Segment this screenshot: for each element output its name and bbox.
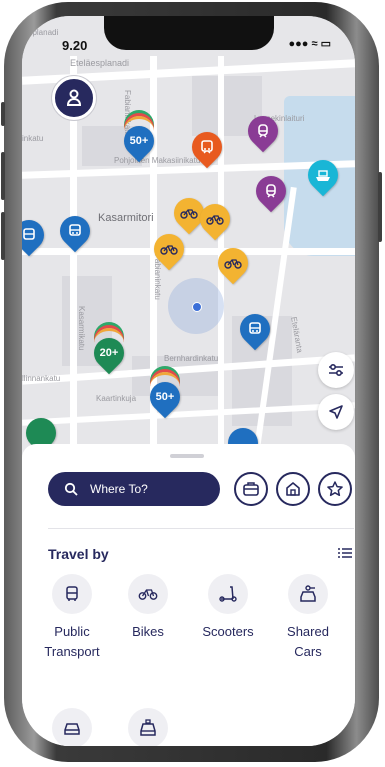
bus-stop-pin[interactable]: 50+	[143, 375, 187, 419]
bus-icon	[22, 220, 44, 250]
bus-stop-pin[interactable]: 20+	[87, 331, 131, 375]
place-label: Kasarmitori	[98, 212, 154, 224]
list-icon	[338, 548, 352, 558]
home-shortcut-button[interactable]	[276, 472, 310, 506]
search-icon	[64, 482, 78, 496]
filter-button[interactable]	[318, 352, 354, 388]
street-label: esplanadi	[24, 28, 59, 37]
train-icon	[256, 176, 286, 206]
bus-icon	[240, 314, 270, 344]
bottom-sheet: Where To? Travel by Public Transport Bik…	[22, 444, 355, 746]
locate-me-button[interactable]	[318, 394, 354, 430]
status-time: 9.20	[62, 38, 88, 53]
category-car-rental[interactable]	[32, 708, 112, 746]
star-icon	[327, 481, 343, 497]
street-label: Pohjoinen Makasiinikatu	[114, 156, 201, 165]
pin-count: 20+	[99, 347, 119, 359]
category-public-transport[interactable]: Public Transport	[32, 574, 112, 662]
scooter-icon	[208, 574, 248, 614]
bike-icon	[128, 574, 168, 614]
volume-up-button	[1, 152, 5, 200]
bus-stop-pin[interactable]: 50+	[117, 119, 161, 163]
street-label: llinnankatu	[22, 374, 61, 383]
bike-station-pin[interactable]	[147, 227, 191, 271]
search-label: Where To?	[90, 482, 148, 496]
home-icon	[286, 482, 300, 496]
user-icon	[66, 89, 82, 106]
work-shortcut-button[interactable]	[234, 472, 268, 506]
bus-icon	[60, 216, 90, 246]
bike-icon	[218, 248, 248, 278]
ferry-icon	[308, 160, 338, 190]
taxi-icon	[128, 708, 168, 746]
street-label: Kaartinkuja	[96, 394, 137, 403]
favorites-button[interactable]	[318, 472, 352, 506]
ferry-pin[interactable]	[301, 153, 345, 197]
category-label: Scooters	[202, 624, 254, 639]
briefcase-icon	[243, 482, 259, 496]
street-label: inkatu	[22, 134, 44, 143]
category-shared-cars[interactable]: Shared Cars	[268, 574, 348, 662]
filter-sliders-icon	[329, 363, 343, 377]
profile-button[interactable]	[52, 76, 96, 120]
bike-station-pin[interactable]	[193, 197, 237, 241]
pin-count: 50+	[155, 391, 175, 403]
bike-icon	[200, 204, 230, 234]
shared-car-icon	[288, 574, 328, 614]
volume-down-button	[1, 212, 5, 260]
sheet-drag-handle[interactable]	[170, 454, 204, 458]
street-label: Bernhardinkatu	[164, 354, 219, 363]
street-label: Kasarmikatu	[77, 306, 86, 351]
pin-count: 50+	[129, 135, 149, 147]
screen: esplanadi Eteläesplanadi Lyypekinlaituri…	[22, 16, 355, 746]
bus-icon	[52, 574, 92, 614]
train-pin[interactable]	[249, 169, 293, 213]
car-icon	[52, 708, 92, 746]
train-icon	[248, 116, 278, 146]
category-scooters[interactable]: Scooters	[188, 574, 268, 642]
street-label: Eteläesplanadi	[70, 58, 130, 68]
category-label: Shared Cars	[287, 624, 329, 659]
list-view-button[interactable]	[338, 546, 353, 564]
notch	[104, 16, 274, 50]
bus-stop-pin[interactable]	[53, 209, 97, 253]
train-pin[interactable]	[241, 109, 285, 153]
tram-icon	[192, 132, 222, 162]
mute-switch	[1, 102, 5, 126]
where-to-search[interactable]: Where To?	[48, 472, 220, 506]
category-label: Bikes	[132, 624, 164, 639]
tram-pin[interactable]	[185, 125, 229, 169]
phone-frame: esplanadi Eteläesplanadi Lyypekinlaituri…	[1, 2, 382, 762]
travel-by-heading: Travel by	[48, 546, 109, 562]
user-location	[168, 278, 224, 334]
bus-stop-pin[interactable]	[233, 307, 277, 351]
bike-icon	[154, 234, 184, 264]
power-button	[378, 172, 382, 242]
category-label: Public Transport	[44, 624, 100, 659]
divider	[48, 528, 354, 529]
navigation-arrow-icon	[329, 405, 343, 419]
category-bikes[interactable]: Bikes	[108, 574, 188, 642]
bike-station-pin[interactable]	[211, 241, 255, 285]
category-taxi[interactable]	[108, 708, 188, 746]
status-icons: ●●● ≈ ▭	[288, 38, 331, 50]
location-dot-icon	[192, 302, 202, 312]
